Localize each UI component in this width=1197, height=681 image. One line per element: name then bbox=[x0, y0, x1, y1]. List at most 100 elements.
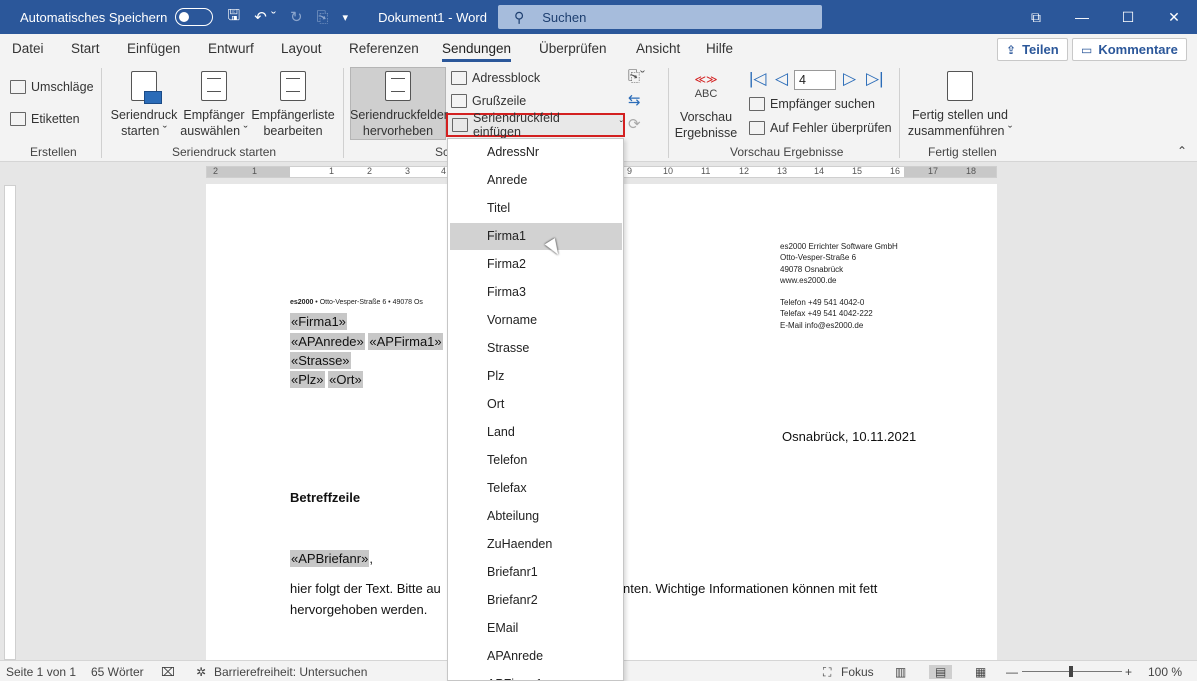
page-count[interactable]: Seite 1 von 1 bbox=[6, 665, 76, 679]
match-fields-icon[interactable]: ⇆ bbox=[628, 91, 641, 109]
liste-l1: Empfängerliste bbox=[251, 108, 335, 122]
focus-icon: ⛶ bbox=[823, 665, 832, 679]
close-icon[interactable]: ✕ bbox=[1151, 0, 1197, 34]
share-button[interactable]: ⇪ Teilen bbox=[997, 38, 1068, 61]
maximize-icon[interactable]: ☐ bbox=[1105, 0, 1151, 34]
record-number-input[interactable]: 4 bbox=[794, 70, 836, 90]
tab-ansicht[interactable]: Ansicht bbox=[636, 41, 680, 56]
dropdown-item-firma3[interactable]: Firma3 bbox=[450, 279, 622, 306]
merge-field-apbriefanr[interactable]: «APBriefanr» bbox=[290, 550, 370, 567]
last-record-icon[interactable]: ▷| bbox=[866, 69, 884, 89]
fehler-ueberpruefen-button[interactable]: Auf Fehler überprüfen bbox=[749, 118, 892, 138]
body-text-right: nten. Wichtige Informationen können mit … bbox=[623, 581, 878, 596]
seriendruck-starten-button[interactable]: Seriendruck starten ˇ bbox=[110, 71, 178, 139]
dropdown-item-zuhaenden[interactable]: ZuHaenden bbox=[450, 531, 622, 558]
dropdown-item-adressnr[interactable]: AdressNr bbox=[450, 139, 622, 166]
tab-hilfe[interactable]: Hilfe bbox=[706, 41, 733, 56]
tab-sendungen[interactable]: Sendungen bbox=[442, 41, 512, 62]
update-labels-icon[interactable]: ⟳ bbox=[628, 115, 641, 133]
ruler-number: 1 bbox=[329, 166, 335, 176]
tab-layout[interactable]: Layout bbox=[281, 41, 322, 56]
dropdown-item-apanrede[interactable]: APAnrede bbox=[450, 643, 622, 670]
tab-start[interactable]: Start bbox=[71, 41, 100, 56]
dropdown-item-firma2[interactable]: Firma2 bbox=[450, 251, 622, 278]
empfaenger-auswaehlen-button[interactable]: Empfänger auswählen ˇ bbox=[180, 71, 248, 139]
salutation-comma: , bbox=[369, 551, 373, 566]
dropdown-item-anrede[interactable]: Anrede bbox=[450, 167, 622, 194]
zoom-out-icon[interactable]: — bbox=[1006, 665, 1018, 679]
ruler-number: 17 bbox=[928, 166, 939, 176]
abc-label: ABC bbox=[694, 88, 718, 100]
merge-field-apanrede[interactable]: «APAnrede» bbox=[290, 333, 365, 350]
dropdown-item-ort[interactable]: Ort bbox=[450, 391, 622, 418]
ruler-number: 16 bbox=[890, 166, 901, 176]
company-line: es2000 Errichter Software GmbH bbox=[780, 242, 898, 251]
merge-field-apfirma1[interactable]: «APFirma1» bbox=[368, 333, 443, 350]
empfaenger-l1: Empfänger bbox=[183, 108, 245, 122]
read-mode-icon[interactable]: ▥ bbox=[895, 665, 906, 679]
accessibility-icon: ✲ bbox=[196, 665, 207, 679]
grusszeile-button[interactable]: Grußzeile bbox=[451, 91, 526, 111]
next-record-icon[interactable]: ▷ bbox=[843, 69, 856, 89]
format-painter-icon[interactable]: ⎘ bbox=[317, 9, 329, 26]
hervorheben-content: Seriendruckfelder hervorheben bbox=[350, 71, 448, 139]
previous-record-icon[interactable]: ◁ bbox=[775, 69, 788, 89]
hervorheben-l1: Seriendruckfelder bbox=[350, 108, 448, 122]
ruler-number: 4 bbox=[441, 166, 447, 176]
print-layout-icon[interactable]: ▤ bbox=[929, 665, 953, 679]
seriendruckfeld-einfuegen-button[interactable]: Seriendruckfeld einfügen ˇ bbox=[446, 111, 625, 139]
merge-field-ort[interactable]: «Ort» bbox=[328, 371, 363, 388]
first-record-icon[interactable]: |◁ bbox=[749, 69, 767, 89]
customize-toolbar-icon[interactable]: ▾ bbox=[343, 11, 349, 24]
collapse-ribbon-icon[interactable]: ⌃ bbox=[1177, 144, 1187, 158]
tab-ueberpruefen[interactable]: Überprüfen bbox=[539, 41, 607, 56]
dropdown-item-vorname[interactable]: Vorname bbox=[450, 307, 622, 334]
empfaengerliste-bearbeiten-button[interactable]: Empfängerliste bearbeiten bbox=[250, 71, 336, 139]
dropdown-item-apfirma1[interactable]: APFirma1 bbox=[450, 671, 622, 680]
dropdown-item-firma1[interactable]: Firma1 bbox=[450, 223, 622, 250]
dropdown-item-strasse[interactable]: Strasse bbox=[450, 335, 622, 362]
dropdown-item-briefanr1[interactable]: Briefanr1 bbox=[450, 559, 622, 586]
tab-referenzen[interactable]: Referenzen bbox=[349, 41, 419, 56]
adressblock-button[interactable]: Adressblock bbox=[451, 68, 540, 88]
dropdown-item-email[interactable]: EMail bbox=[450, 615, 622, 642]
tab-datei[interactable]: Datei bbox=[12, 41, 44, 56]
dropdown-item-titel[interactable]: Titel bbox=[450, 195, 622, 222]
dropdown-item-briefanr2[interactable]: Briefanr2 bbox=[450, 587, 622, 614]
etiketten-button[interactable]: Etiketten bbox=[10, 109, 80, 129]
empfaenger-suchen-button[interactable]: Empfänger suchen bbox=[749, 94, 875, 114]
undo-icon[interactable]: ↶ ˇ bbox=[254, 8, 276, 26]
focus-mode[interactable]: Fokus bbox=[841, 665, 874, 679]
merge-field-plz[interactable]: «Plz» bbox=[290, 371, 325, 388]
zoom-slider-thumb[interactable] bbox=[1069, 666, 1073, 677]
merge-field-strasse[interactable]: «Strasse» bbox=[290, 352, 351, 369]
dropdown-item-land[interactable]: Land bbox=[450, 419, 622, 446]
dropdown-item-telefon[interactable]: Telefon bbox=[450, 447, 622, 474]
save-icon[interactable]: 🖫 bbox=[227, 5, 240, 30]
vertical-ruler[interactable] bbox=[4, 185, 16, 660]
dropdown-item-abteilung[interactable]: Abteilung bbox=[450, 503, 622, 530]
dropdown-item-telefax[interactable]: Telefax bbox=[450, 475, 622, 502]
search-box[interactable]: ⚲ Suchen bbox=[498, 5, 822, 29]
merge-field-firma1[interactable]: «Firma1» bbox=[290, 313, 347, 330]
minimize-icon[interactable]: — bbox=[1059, 0, 1105, 34]
tab-entwurf[interactable]: Entwurf bbox=[208, 41, 254, 56]
fertig-stellen-button[interactable]: Fertig stellen und zusammenführen ˇ bbox=[905, 71, 1015, 139]
web-layout-icon[interactable]: ▦ bbox=[975, 665, 986, 679]
dropdown-item-plz[interactable]: Plz bbox=[450, 363, 622, 390]
ribbon-display-icon[interactable]: ⧉ bbox=[1013, 0, 1059, 34]
umschlaege-button[interactable]: Umschläge bbox=[10, 77, 94, 97]
vorschau-ergebnisse-button[interactable]: ≪≫ ABC Vorschau Ergebnisse bbox=[672, 73, 740, 141]
zoom-in-icon[interactable]: + bbox=[1125, 665, 1132, 679]
accessibility-status[interactable]: Barrierefreiheit: Untersuchen bbox=[214, 665, 367, 679]
rules-icon[interactable]: ⎘ˇ bbox=[628, 68, 645, 85]
autosave-toggle[interactable] bbox=[175, 8, 214, 26]
proofing-icon[interactable]: ⌧ bbox=[161, 665, 175, 679]
tab-einfuegen[interactable]: Einfügen bbox=[127, 41, 180, 56]
redo-icon[interactable]: ↻ bbox=[290, 8, 303, 26]
empfaenger-suchen-label: Empfänger suchen bbox=[770, 97, 875, 111]
word-count[interactable]: 65 Wörter bbox=[91, 665, 144, 679]
comments-button[interactable]: ▭ Kommentare bbox=[1072, 38, 1187, 61]
zoom-level[interactable]: 100 % bbox=[1148, 665, 1182, 679]
fehler-label: Auf Fehler überprüfen bbox=[770, 121, 892, 135]
